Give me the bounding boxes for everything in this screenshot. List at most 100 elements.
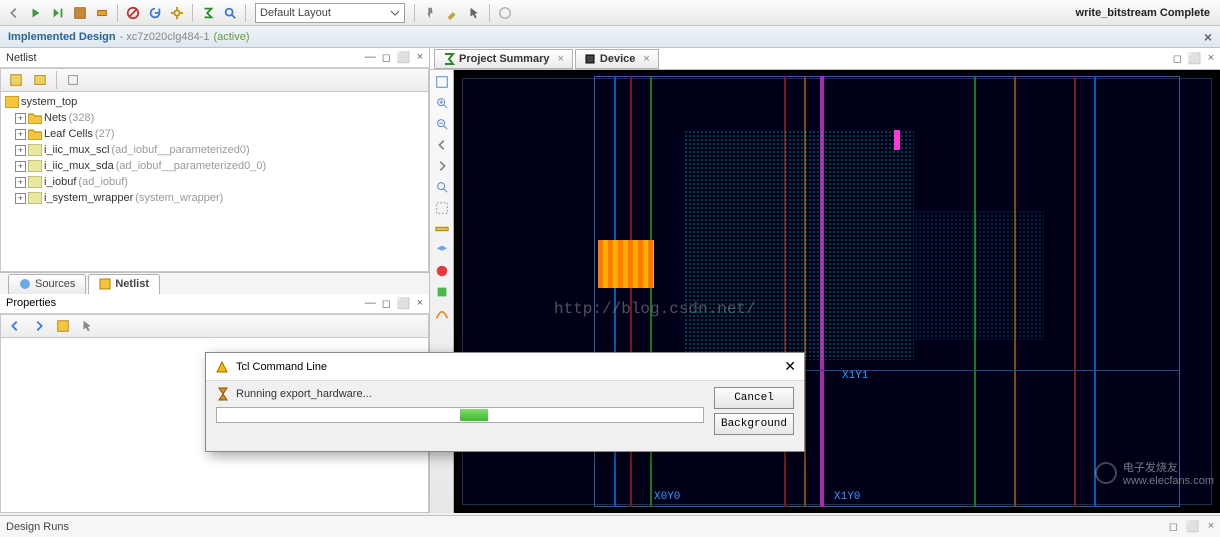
tab-project-summary[interactable]: Project Summary ×	[434, 49, 573, 69]
sources-icon	[19, 278, 31, 290]
progress-indicator	[460, 409, 488, 421]
tab-netlist[interactable]: Netlist	[88, 274, 160, 294]
select-region-icon[interactable]	[432, 198, 452, 218]
expand-all-icon[interactable]	[29, 70, 51, 90]
routing-congestion	[684, 130, 914, 360]
save-icon[interactable]	[70, 3, 90, 23]
pin-icon[interactable]	[420, 3, 440, 23]
tree-item[interactable]: + i_iic_mux_sda (ad_iobuf__parameterized…	[1, 158, 428, 174]
nav-back-icon[interactable]	[4, 3, 24, 23]
expand-icon[interactable]: +	[15, 161, 26, 172]
layers-icon[interactable]	[432, 240, 452, 260]
instance-icon	[28, 192, 42, 204]
tab-sources-label: Sources	[35, 278, 75, 290]
maximize-icon[interactable]: ⬜	[1188, 52, 1202, 65]
minimize-icon[interactable]: —	[365, 51, 376, 64]
forward-icon[interactable]	[29, 316, 49, 336]
zoom-fit-icon[interactable]	[432, 72, 452, 92]
tree-root[interactable]: system_top	[1, 94, 428, 110]
close-design-icon[interactable]: ×	[1204, 29, 1212, 45]
settings-icon[interactable]	[167, 3, 187, 23]
prev-icon[interactable]	[432, 135, 452, 155]
find-icon[interactable]	[62, 70, 84, 90]
zoom-in-icon[interactable]	[432, 93, 452, 113]
refresh-icon[interactable]	[145, 3, 165, 23]
dialog-message: Running export_hardware...	[236, 388, 372, 400]
tab-device[interactable]: Device ×	[575, 49, 659, 69]
expand-icon[interactable]: +	[15, 129, 26, 140]
highlight-icon[interactable]	[442, 3, 462, 23]
collapse-all-icon[interactable]	[5, 70, 27, 90]
ps-block	[598, 240, 654, 288]
close-icon[interactable]: ×	[1208, 520, 1214, 533]
tree-item-label: Nets	[44, 112, 67, 124]
layout-combo[interactable]: Default Layout	[255, 3, 405, 23]
netlist-tree[interactable]: system_top + Nets (328) + Leaf Cells (27…	[0, 92, 429, 272]
tcl-dialog: Tcl Command Line ✕ Running export_hardwa…	[205, 352, 805, 452]
help-icon[interactable]	[495, 3, 515, 23]
tree-item-count: (27)	[95, 128, 115, 140]
cancel-icon[interactable]	[123, 3, 143, 23]
dialog-titlebar[interactable]: Tcl Command Line ✕	[206, 353, 804, 381]
run-step-icon[interactable]	[48, 3, 68, 23]
close-icon[interactable]: ×	[417, 51, 423, 64]
close-tab-icon[interactable]: ×	[557, 53, 563, 65]
expand-icon[interactable]: +	[15, 113, 26, 124]
restore-icon[interactable]: ◻	[382, 51, 391, 64]
maximize-icon[interactable]: ⬜	[397, 297, 411, 310]
next-icon[interactable]	[432, 156, 452, 176]
tree-item[interactable]: + i_system_wrapper (system_wrapper)	[1, 190, 428, 206]
dialog-close-icon[interactable]: ✕	[784, 358, 796, 375]
restore-icon[interactable]: ◻	[1173, 52, 1182, 65]
expand-icon[interactable]: +	[15, 145, 26, 156]
drc-icon[interactable]	[432, 261, 452, 281]
tab-sources[interactable]: Sources	[8, 274, 86, 294]
netlist-title: Netlist	[6, 52, 37, 64]
highlight-net-icon[interactable]	[432, 282, 452, 302]
restore-icon[interactable]: ◻	[1169, 520, 1178, 533]
tree-item-label: i_system_wrapper	[44, 192, 133, 204]
search-icon[interactable]	[220, 3, 240, 23]
tree-item[interactable]: + i_iobuf (ad_iobuf)	[1, 174, 428, 190]
tree-item[interactable]: + Nets (328)	[1, 110, 428, 126]
pointer-icon[interactable]	[464, 3, 484, 23]
expand-icon[interactable]: +	[15, 177, 26, 188]
cancel-button[interactable]: Cancel	[714, 387, 794, 409]
maximize-icon[interactable]: ⬜	[1186, 520, 1200, 533]
route-icon[interactable]	[432, 303, 452, 323]
sigma-icon[interactable]	[198, 3, 218, 23]
restore-icon[interactable]: ◻	[382, 297, 391, 310]
box-icon[interactable]	[53, 316, 73, 336]
zoom-out-icon[interactable]	[432, 114, 452, 134]
source-watermark: 电子发烧友 www.elecfans.com	[1095, 459, 1214, 487]
close-tab-icon[interactable]: ×	[643, 53, 649, 65]
design-header: Implemented Design - xc7z020clg484-1 (ac…	[0, 26, 1220, 48]
tree-item-type: (ad_iobuf__parameterized0_0)	[116, 160, 266, 172]
run-icon[interactable]	[26, 3, 46, 23]
maximize-icon[interactable]: ⬜	[397, 51, 411, 64]
background-button[interactable]: Background	[714, 413, 794, 435]
design-state: (active)	[213, 31, 249, 43]
close-icon[interactable]: ×	[1208, 52, 1214, 65]
design-runs-tab[interactable]: Design Runs ◻ ⬜ ×	[0, 515, 1220, 537]
minimize-icon[interactable]: —	[365, 297, 376, 310]
close-icon[interactable]: ×	[417, 297, 423, 310]
design-title: Implemented Design	[8, 31, 116, 43]
right-tabs: Project Summary × Device × ◻ ⬜ ×	[430, 48, 1220, 70]
ruler-icon[interactable]	[432, 219, 452, 239]
back-icon[interactable]	[5, 316, 25, 336]
sigma-icon	[443, 53, 455, 65]
debug-icon[interactable]	[92, 3, 112, 23]
tree-item[interactable]: + Leaf Cells (27)	[1, 126, 428, 142]
tree-item[interactable]: + i_iic_mux_scl (ad_iobuf__parameterized…	[1, 142, 428, 158]
tree-item-type: (system_wrapper)	[135, 192, 223, 204]
design-runs-label: Design Runs	[6, 521, 69, 533]
status-text: write_bitstream Complete	[1076, 7, 1216, 19]
tree-item-label: i_iic_mux_scl	[44, 144, 109, 156]
select-icon[interactable]	[77, 316, 97, 336]
column-line	[1074, 76, 1076, 507]
expand-icon[interactable]: +	[15, 193, 26, 204]
netlist-toolbar	[0, 68, 429, 92]
device-part: - xc7z020clg484-1	[120, 31, 210, 43]
zoom-area-icon[interactable]	[432, 177, 452, 197]
